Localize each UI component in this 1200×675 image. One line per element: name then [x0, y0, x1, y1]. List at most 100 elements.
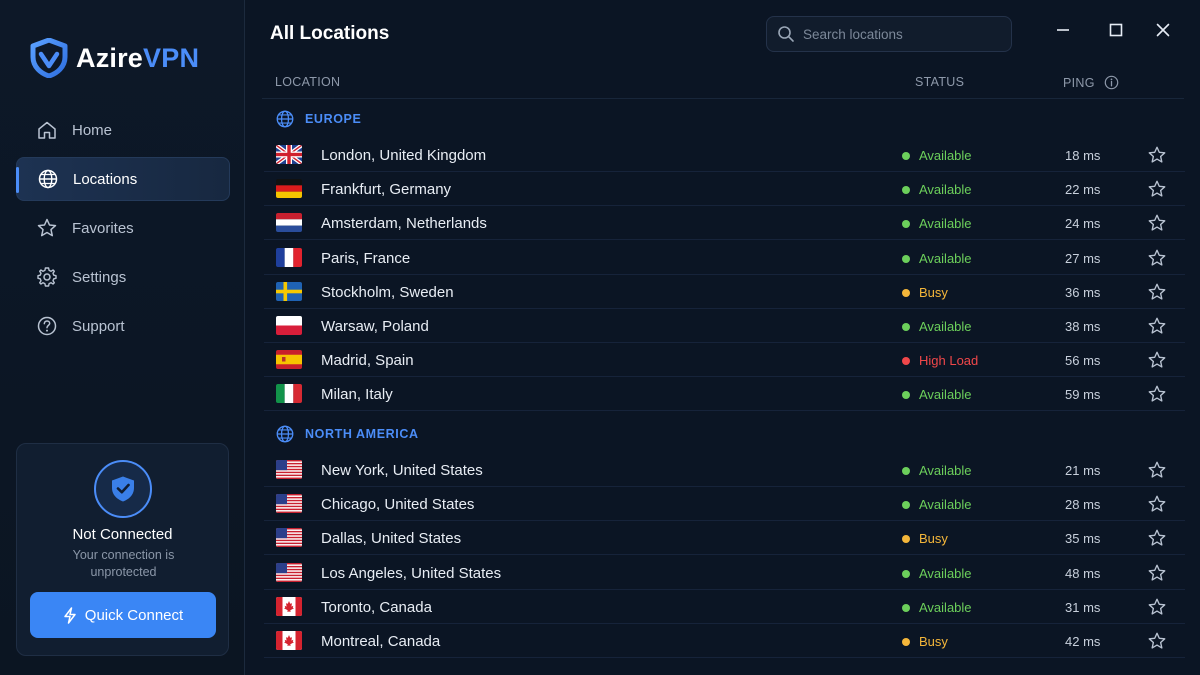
location-row[interactable]: Chicago, United States Available 28 ms [264, 487, 1185, 522]
favorite-star-icon[interactable] [1147, 563, 1167, 583]
status-label: Available [919, 599, 972, 615]
location-row[interactable]: London, United Kingdom Available 18 ms [264, 138, 1185, 172]
favorite-star-icon[interactable] [1147, 145, 1167, 165]
ping-value: 28 ms [1065, 497, 1101, 513]
location-row[interactable]: Madrid, Spain High Load 56 ms [264, 343, 1185, 378]
flag-uk-icon [276, 145, 302, 164]
globe-icon [38, 169, 58, 189]
column-header-location: LOCATION [275, 75, 341, 89]
ping-value: 22 ms [1065, 182, 1101, 198]
app-logo: AzireVPN [30, 38, 199, 78]
favorite-star-icon[interactable] [1147, 528, 1167, 548]
status-label: High Load [919, 353, 979, 369]
status-label: Available [919, 148, 972, 163]
sidebar-item-locations[interactable]: Locations [16, 157, 230, 201]
close-button[interactable] [1152, 19, 1174, 41]
flag-de-icon [276, 179, 302, 199]
location-name: Stockholm, Sweden [321, 283, 454, 301]
flag-us-icon [276, 494, 302, 514]
favorite-star-icon[interactable] [1147, 316, 1167, 336]
flag-us-icon [276, 528, 302, 548]
status-dot [902, 220, 910, 229]
location-name: Toronto, Canada [321, 598, 432, 616]
favorite-star-icon[interactable] [1147, 494, 1167, 514]
location-name: Warsaw, Poland [321, 318, 429, 335]
column-header-ping: PING [1063, 75, 1119, 90]
location-name: New York, United States [321, 462, 483, 479]
location-row[interactable]: Stockholm, Sweden Busy 36 ms [264, 275, 1185, 309]
location-row[interactable]: Milan, Italy Available 59 ms [264, 377, 1185, 412]
ping-value: 36 ms [1065, 284, 1101, 300]
status-label: Busy [919, 284, 948, 300]
location-name: Frankfurt, Germany [321, 181, 452, 199]
status-label: Available [919, 565, 972, 581]
ping-value: 42 ms [1065, 634, 1101, 649]
location-row[interactable]: Los Angeles, United States Available 48 ms [264, 556, 1185, 590]
page-title: All Locations [270, 23, 390, 44]
globe-icon [275, 109, 295, 129]
maximize-button[interactable] [1105, 19, 1127, 41]
sidebar-item-label: Locations [73, 170, 138, 188]
lightning-icon [64, 606, 76, 624]
favorite-star-icon[interactable] [1147, 597, 1167, 617]
sidebar-item-label: Settings [72, 268, 127, 286]
ping-value: 31 ms [1065, 599, 1101, 615]
favorite-star-icon[interactable] [1147, 384, 1167, 404]
ping-value: 18 ms [1065, 148, 1101, 163]
sidebar: AzireVPN Home Locations Favorites Settings S… [0, 0, 245, 675]
flag-it-icon [276, 384, 302, 404]
quick-connect-button[interactable]: Quick Connect [30, 592, 216, 638]
location-name: London, United Kingdom [321, 147, 487, 164]
status-dot [902, 186, 910, 195]
sidebar-item-favorites[interactable]: Favorites [16, 206, 230, 250]
flag-ca-icon [276, 631, 302, 650]
status-dot [902, 357, 910, 366]
search-box[interactable] [766, 16, 1012, 52]
sidebar-item-home[interactable]: Home [16, 108, 230, 152]
home-icon [38, 121, 56, 139]
location-row[interactable]: Toronto, Canada Available 31 ms [264, 590, 1185, 624]
location-name: Madrid, Spain [321, 352, 414, 370]
search-input[interactable] [803, 26, 993, 42]
flag-fr-icon [276, 247, 302, 267]
ping-value: 59 ms [1065, 387, 1101, 403]
ping-value: 38 ms [1065, 319, 1101, 334]
favorite-star-icon[interactable] [1147, 179, 1167, 199]
info-icon[interactable] [1104, 75, 1119, 90]
close-icon [1156, 23, 1170, 37]
location-row[interactable]: Frankfurt, Germany Available 22 ms [264, 172, 1185, 207]
minimize-icon [1057, 29, 1069, 31]
status-label: Available [919, 387, 972, 403]
ping-value: 21 ms [1065, 463, 1101, 478]
location-row[interactable]: Montreal, Canada Busy 42 ms [264, 624, 1185, 658]
sidebar-item-settings[interactable]: Settings [16, 255, 230, 299]
sidebar-item-support[interactable]: Support [16, 304, 230, 348]
ping-value: 56 ms [1065, 353, 1101, 369]
favorite-star-icon[interactable] [1147, 213, 1167, 233]
location-row[interactable]: Paris, France Available 27 ms [264, 241, 1185, 275]
favorite-star-icon[interactable] [1147, 460, 1167, 480]
flag-us-icon [276, 562, 302, 582]
shield-check-icon [112, 476, 134, 502]
favorite-star-icon[interactable] [1147, 282, 1167, 302]
minimize-button[interactable] [1052, 19, 1074, 41]
location-row[interactable]: Amsterdam, Netherlands Available 24 ms [264, 206, 1185, 241]
region-header: NORTH AMERICA [275, 424, 419, 444]
location-row[interactable]: Dallas, United States Busy 35 ms [264, 521, 1185, 556]
favorite-star-icon[interactable] [1147, 248, 1167, 268]
favorite-star-icon[interactable] [1147, 350, 1167, 370]
status-label: Available [919, 250, 972, 266]
flag-ca-icon [276, 596, 302, 616]
ping-value: 24 ms [1065, 216, 1101, 232]
connection-card: Not Connected Your connection is unprote… [16, 443, 229, 656]
maximize-icon [1109, 23, 1123, 37]
status-label: Available [919, 463, 972, 478]
status-label: Available [919, 216, 972, 232]
location-name: Dallas, United States [321, 530, 462, 548]
quick-connect-label: Quick Connect [84, 606, 184, 624]
location-row[interactable]: New York, United States Available 21 ms [264, 453, 1185, 487]
location-row[interactable]: Warsaw, Poland Available 38 ms [264, 309, 1185, 343]
favorite-star-icon[interactable] [1147, 631, 1167, 651]
status-label: Busy [919, 531, 948, 547]
status-dot [902, 467, 910, 475]
